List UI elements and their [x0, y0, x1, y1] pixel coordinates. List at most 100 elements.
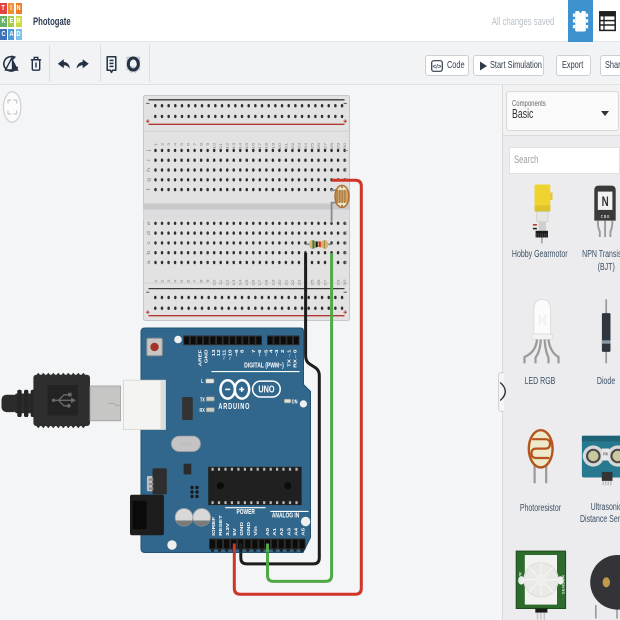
svg-text:</>: </> [433, 64, 442, 70]
svg-text:14: 14 [238, 142, 243, 149]
svg-text:19: 19 [271, 279, 276, 286]
svg-text:i: i [147, 159, 152, 161]
svg-text:30: 30 [343, 142, 348, 149]
svg-text:~10: ~10 [228, 349, 233, 360]
svg-text:7: 7 [193, 279, 198, 282]
svg-text:5: 5 [180, 142, 185, 145]
svg-text:27: 27 [323, 142, 328, 149]
svg-text:1: 1 [154, 142, 159, 145]
svg-text:5V: 5V [233, 528, 238, 536]
svg-text:13: 13 [212, 349, 217, 356]
svg-text:8: 8 [240, 349, 245, 352]
svg-text:AREF: AREF [198, 349, 203, 367]
svg-text:12: 12 [217, 349, 222, 356]
svg-text:28: 28 [330, 142, 335, 149]
svg-text:SENSOR: SENSOR [561, 575, 565, 595]
svg-text:16: 16 [251, 279, 256, 286]
svg-text:11: 11 [219, 279, 224, 285]
svg-text:Vin: Vin [254, 526, 259, 536]
svg-text:16: 16 [251, 142, 256, 149]
svg-text:13: 13 [232, 279, 237, 286]
svg-text:GND: GND [247, 522, 252, 536]
svg-text:6: 6 [186, 279, 191, 282]
svg-text:ANALOG IN: ANALOG IN [272, 513, 299, 520]
svg-text:2: 2 [160, 279, 165, 282]
svg-text:RX: RX [200, 408, 206, 414]
svg-text:~9: ~9 [235, 349, 240, 356]
svg-text:3.3V: 3.3V [226, 523, 231, 536]
svg-text:17: 17 [258, 142, 263, 149]
svg-text:5: 5 [180, 279, 185, 282]
svg-text:A3: A3 [287, 528, 292, 536]
svg-text:A2: A2 [280, 528, 285, 536]
svg-text:IOREF: IOREF [212, 516, 217, 536]
svg-text:d: d [344, 231, 349, 235]
svg-text:2: 2 [281, 349, 286, 352]
svg-text:21: 21 [284, 279, 289, 286]
svg-text:27: 27 [323, 279, 328, 286]
svg-text:25: 25 [310, 279, 315, 286]
svg-text:c: c [147, 241, 152, 244]
svg-text:9: 9 [206, 142, 211, 145]
svg-text:15: 15 [245, 142, 250, 149]
svg-text:DIGITAL (PWM~): DIGITAL (PWM~) [244, 362, 284, 370]
svg-text:11: 11 [219, 142, 224, 148]
svg-text:22: 22 [291, 142, 296, 149]
svg-text:12: 12 [225, 279, 230, 286]
svg-text:8: 8 [199, 279, 204, 282]
svg-text:POWER: POWER [236, 510, 255, 517]
svg-text:4: 4 [269, 349, 274, 352]
svg-text:4: 4 [173, 279, 178, 282]
svg-text:A1: A1 [273, 528, 278, 536]
svg-text:26: 26 [317, 279, 322, 286]
svg-text:h: h [147, 168, 152, 172]
svg-text:10: 10 [212, 142, 217, 149]
svg-text:18: 18 [264, 142, 269, 149]
svg-text:23: 23 [297, 279, 302, 286]
svg-text:~5: ~5 [264, 349, 269, 356]
svg-text:13: 13 [232, 142, 237, 149]
svg-text:15: 15 [245, 279, 250, 286]
svg-text:24: 24 [304, 142, 309, 149]
svg-text:17: 17 [258, 279, 263, 286]
svg-text:PW: PW [603, 451, 608, 457]
svg-text:4: 4 [173, 142, 178, 145]
svg-text:12: 12 [225, 142, 230, 149]
svg-text:~11: ~11 [222, 349, 227, 359]
svg-text:TX: TX [200, 397, 206, 403]
svg-text:26: 26 [317, 142, 322, 149]
svg-text:7: 7 [252, 349, 257, 352]
svg-text:~3: ~3 [275, 349, 280, 356]
svg-text:14: 14 [238, 279, 243, 286]
svg-text:21: 21 [284, 142, 289, 149]
svg-text:30: 30 [343, 279, 348, 286]
svg-text:i: i [344, 159, 349, 161]
svg-text:A0: A0 [266, 528, 271, 536]
svg-text:PWR: PWR [518, 572, 522, 583]
svg-text:GND: GND [204, 349, 209, 363]
svg-text:29: 29 [336, 142, 341, 149]
svg-text:c: c [344, 241, 349, 244]
svg-text:22: 22 [291, 279, 296, 286]
svg-text:25: 25 [310, 142, 315, 149]
svg-text:A5: A5 [301, 528, 306, 536]
svg-text:A4: A4 [294, 528, 299, 536]
svg-text:19: 19 [271, 142, 276, 149]
svg-text:GND: GND [240, 522, 245, 536]
svg-text:RESET: RESET [219, 514, 224, 535]
svg-text:d: d [147, 231, 152, 235]
svg-text:TX→1: TX→1 [287, 349, 292, 367]
svg-text:h: h [344, 168, 349, 172]
svg-text:20: 20 [278, 279, 283, 286]
svg-text:23: 23 [297, 142, 302, 149]
svg-text:j: j [344, 150, 349, 153]
svg-text:3: 3 [167, 142, 172, 145]
svg-text:ON: ON [292, 399, 298, 405]
svg-text:RX←0: RX←0 [293, 349, 298, 367]
svg-text:7: 7 [193, 142, 198, 145]
svg-text:3: 3 [167, 279, 172, 282]
svg-text:10: 10 [212, 279, 217, 286]
svg-text:29: 29 [336, 279, 341, 286]
svg-text:2: 2 [160, 142, 165, 145]
svg-text:C B E: C B E [601, 213, 610, 219]
